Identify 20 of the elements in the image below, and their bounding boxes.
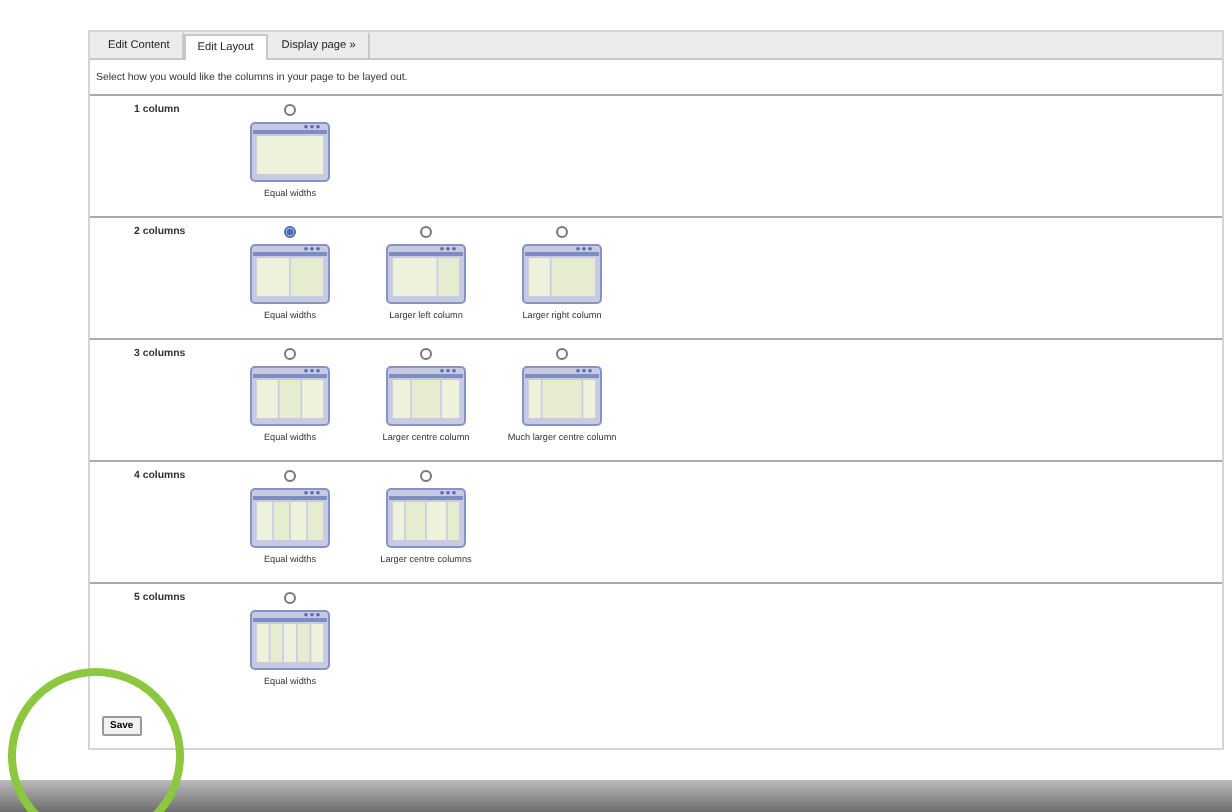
layout-radio[interactable] [556,226,568,238]
layout-radio[interactable] [284,226,296,238]
layout-thumbnail-icon [386,366,466,426]
layout-thumbnail-icon [522,366,602,426]
layout-radio[interactable] [284,348,296,360]
layout-thumbnail-icon [250,488,330,548]
layout-thumbnail-icon [250,122,330,182]
layout-thumbnail-icon [386,488,466,548]
layout-thumbnail-icon [522,244,602,304]
layout-thumbnail-icon [250,244,330,304]
layout-thumbnail-icon [386,244,466,304]
layout-radio[interactable] [420,470,432,482]
layout-radio[interactable] [284,470,296,482]
layout-radio[interactable] [284,592,296,604]
layout-thumbnail-icon [250,610,330,670]
layout-radio[interactable] [420,348,432,360]
layout-radio[interactable] [284,104,296,116]
layout-radio[interactable] [556,348,568,360]
layout-radio[interactable] [420,226,432,238]
layout-thumbnail-icon [250,366,330,426]
